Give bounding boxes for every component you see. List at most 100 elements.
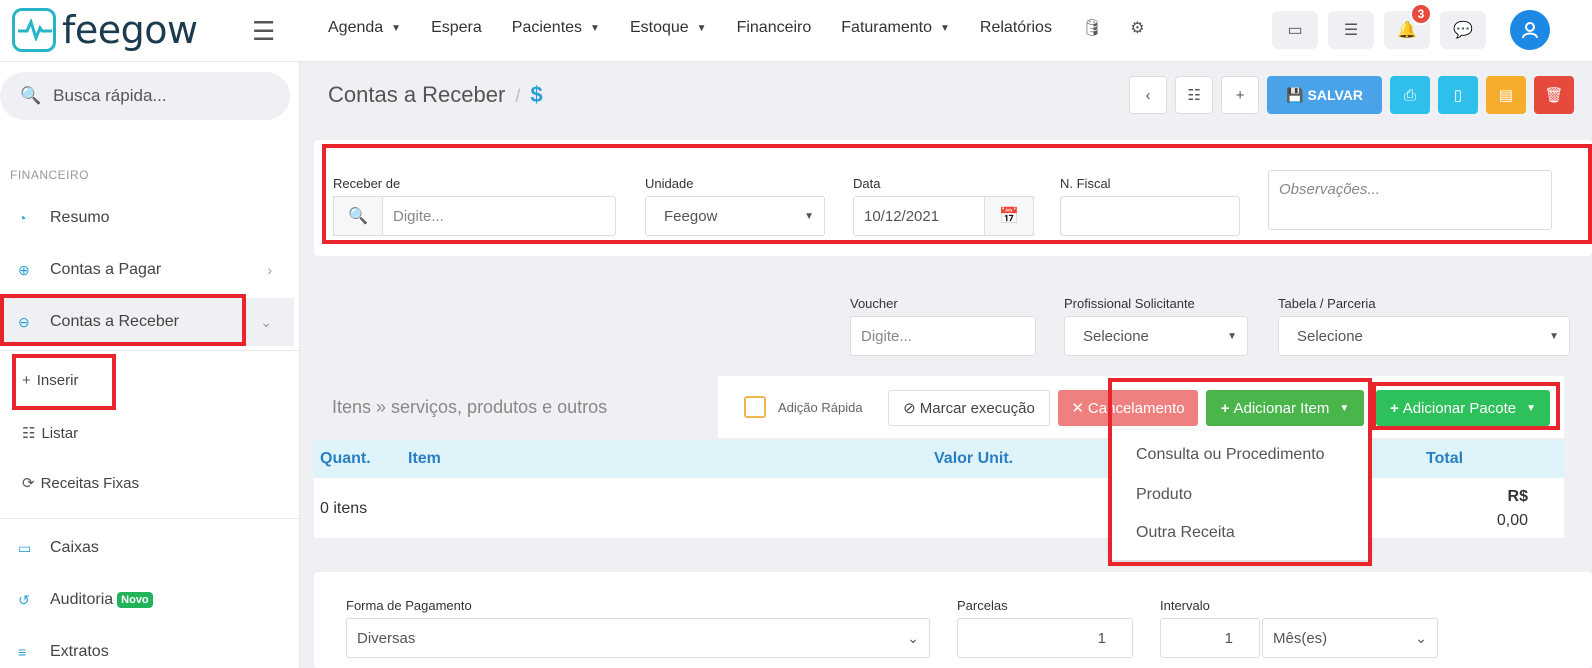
hamburger-menu-icon[interactable]: ☰ <box>252 16 275 47</box>
file-icon: ▯ <box>1453 87 1463 104</box>
parcelas-input[interactable]: 1 <box>957 618 1133 658</box>
parcelas-label: Parcelas <box>957 598 1008 613</box>
intervalo-input[interactable]: 1 <box>1160 618 1260 658</box>
search-icon: 🔍 <box>20 86 42 105</box>
list-button[interactable]: ☷ <box>1175 76 1214 114</box>
close-icon: ✕ <box>1071 400 1084 417</box>
forma-pagamento-select[interactable]: Diversas ⌄ <box>346 618 930 658</box>
main-nav: Agenda ▼ Espera Pacientes ▼ Estoque ▼ Finan… <box>328 18 1173 38</box>
intervalo-unit-select[interactable]: Mês(es) ⌄ <box>1262 618 1438 658</box>
total-value: 0,00 <box>1496 512 1528 529</box>
user-avatar[interactable] <box>1510 10 1550 50</box>
caret-down-icon: ▼ <box>696 22 707 34</box>
dollar-icon: $ <box>530 82 543 107</box>
delete-button[interactable]: 🗑 <box>1534 76 1574 114</box>
inbox-icon: ▭ <box>1287 22 1303 39</box>
items-table-body: 0 itens R$ 0,00 <box>314 478 1564 538</box>
adicao-rapida-checkbox[interactable] <box>744 396 766 418</box>
adicao-rapida-label: Adição Rápida <box>778 400 863 415</box>
floppy-icon: 💾 <box>1286 86 1304 103</box>
list-icon: ☷ <box>1187 87 1201 104</box>
nav-espera[interactable]: Espera <box>431 18 482 38</box>
quick-search-input[interactable]: 🔍 Busca rápida... <box>0 72 290 120</box>
chat-button[interactable]: 💬 <box>1440 11 1486 49</box>
nav-agenda[interactable]: Agenda ▼ <box>328 18 401 38</box>
refresh-icon: ⟳ <box>22 475 35 492</box>
voucher-input[interactable]: Digite... <box>850 316 1036 356</box>
col-total: Total <box>1426 450 1464 467</box>
profissional-select[interactable]: Selecione ▼ <box>1064 316 1248 356</box>
nav-relatorios[interactable]: Relatórios <box>980 18 1052 38</box>
tasks-button[interactable]: ☰ <box>1328 11 1374 49</box>
sidebar: 🔍 Busca rápida... FINANCEIRO ◔ Resumo ⊕ … <box>0 62 300 668</box>
checklist-icon: ☰ <box>1343 22 1359 39</box>
add-button[interactable]: + <box>1221 76 1260 114</box>
nav-estoque[interactable]: Estoque ▼ <box>630 18 707 38</box>
chevron-down-icon: ⌄ <box>260 313 272 330</box>
col-valor-unit: Valor Unit. <box>934 450 1014 467</box>
inbox-button[interactable]: ▭ <box>1272 11 1318 49</box>
caret-down-icon: ▼ <box>391 22 402 34</box>
top-bar: feegow ☰ Agenda ▼ Espera Pacientes ▼ Estoq… <box>0 0 1592 62</box>
top-right-actions: ▭ ☰ 🔔 3 💬 <box>1272 3 1592 50</box>
marcar-execucao-button[interactable]: ⊘ Marcar execução <box>888 390 1050 426</box>
notification-badge: 3 <box>1410 3 1432 25</box>
database-icon[interactable]: 🛢 <box>1082 18 1102 38</box>
chevron-down-icon: ⌄ <box>907 629 919 646</box>
voucher-label: Voucher <box>850 296 898 311</box>
page-title: Contas a Receber / $ <box>328 82 543 107</box>
items-table-header: Quant. Item Valor Unit. Total <box>314 440 1564 478</box>
new-badge: Novo <box>117 592 153 608</box>
logo-text: feegow <box>62 8 198 52</box>
page-header: Contas a Receber / $ ‹ ☷ + 💾 SALVAR ⎙ ▯ ▤ 🗑 <box>300 62 1592 126</box>
user-icon <box>1522 22 1538 39</box>
list-icon: ≡ <box>18 644 27 660</box>
file-text-icon: ▤ <box>1498 87 1514 104</box>
chat-icon: 💬 <box>1453 22 1473 39</box>
col-quant: Quant. <box>320 450 371 467</box>
nav-pacientes[interactable]: Pacientes ▼ <box>512 18 600 38</box>
highlight-box <box>1372 382 1560 430</box>
inbox-icon: ▭ <box>18 539 32 556</box>
chevron-right-icon: › <box>267 262 272 278</box>
col-item: Item <box>408 450 441 467</box>
caret-down-icon: ▼ <box>940 22 950 34</box>
logo[interactable]: feegow <box>12 8 198 52</box>
back-button[interactable]: ‹ <box>1129 76 1168 114</box>
highlight-box <box>322 144 1592 244</box>
highlight-box <box>0 294 246 346</box>
save-button[interactable]: 💾 SALVAR <box>1267 76 1382 114</box>
tabela-select[interactable]: Selecione ▼ <box>1278 316 1570 356</box>
sidebar-item-resumo[interactable]: ◔ Resumo <box>0 194 300 242</box>
notifications-button[interactable]: 🔔 3 <box>1384 3 1432 49</box>
items-header: Itens » serviços, produtos e outros <box>314 376 718 438</box>
caret-down-icon: ▼ <box>1227 330 1237 342</box>
nav-faturamento[interactable]: Faturamento ▼ <box>841 18 950 38</box>
divider <box>0 350 300 351</box>
receipt-button[interactable]: ▤ <box>1486 76 1526 114</box>
arrow-up-circle-icon: ⊕ <box>18 261 30 278</box>
forma-pagamento-label: Forma de Pagamento <box>346 598 472 613</box>
printer-icon: ⎙ <box>1403 86 1416 104</box>
highlight-box <box>12 354 116 410</box>
items-count: 0 itens <box>320 500 368 517</box>
sidebar-item-auditoria[interactable]: ↺ Auditoria Novo <box>0 576 300 624</box>
gear-icon[interactable]: ⚙ <box>1130 18 1144 38</box>
trash-icon: 🗑 <box>1544 87 1564 104</box>
list-icon: ☷ <box>22 425 36 442</box>
document-button[interactable]: ▯ <box>1438 76 1478 114</box>
sidebar-item-contas-a-pagar[interactable]: ⊕ Contas a Pagar › <box>0 246 300 294</box>
sidebar-sub-listar[interactable]: ☷ Listar <box>22 424 78 443</box>
sidebar-item-extratos[interactable]: ≡ Extratos <box>0 628 300 668</box>
intervalo-label: Intervalo <box>1160 598 1210 613</box>
print-button[interactable]: ⎙ <box>1390 76 1430 114</box>
check-circle-icon: ⊘ <box>903 400 916 417</box>
tabela-label: Tabela / Parceria <box>1278 296 1376 311</box>
chevron-down-icon: ⌄ <box>1415 629 1427 646</box>
profissional-label: Profissional Solicitante <box>1064 296 1195 311</box>
logo-mark-icon <box>12 8 56 52</box>
sidebar-sub-receitas-fixas[interactable]: ⟳ Receitas Fixas <box>22 474 139 493</box>
sidebar-item-caixas[interactable]: ▭ Caixas <box>0 524 300 572</box>
highlight-box <box>1108 378 1372 566</box>
nav-financeiro[interactable]: Financeiro <box>737 18 812 38</box>
